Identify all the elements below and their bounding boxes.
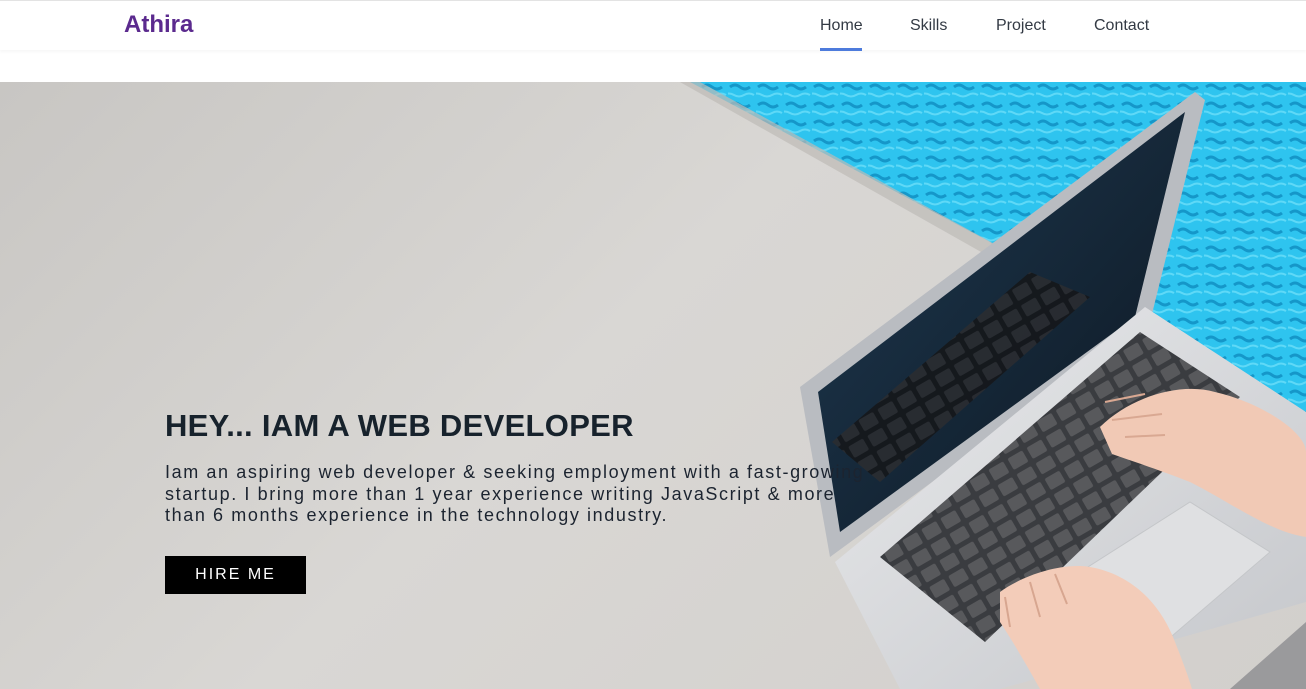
navbar: Athira Home Skills Project Contact <box>0 0 1306 51</box>
nav-link-home[interactable]: Home <box>820 17 863 35</box>
nav-link-contact[interactable]: Contact <box>1094 17 1149 35</box>
nav-link-skills[interactable]: Skills <box>910 17 947 35</box>
nav-active-indicator <box>820 48 862 51</box>
nav-link-project[interactable]: Project <box>996 17 1046 35</box>
hero-background-image <box>680 82 1306 689</box>
hire-me-button[interactable]: HIRE ME <box>165 556 306 594</box>
hero-heading: HEY... IAM A WEB DEVELOPER <box>165 408 634 443</box>
brand-logo[interactable]: Athira <box>124 11 193 39</box>
hero-description: Iam an aspiring web developer & seeking … <box>165 462 865 525</box>
hero-section: HEY... IAM A WEB DEVELOPER Iam an aspiri… <box>0 82 1306 689</box>
